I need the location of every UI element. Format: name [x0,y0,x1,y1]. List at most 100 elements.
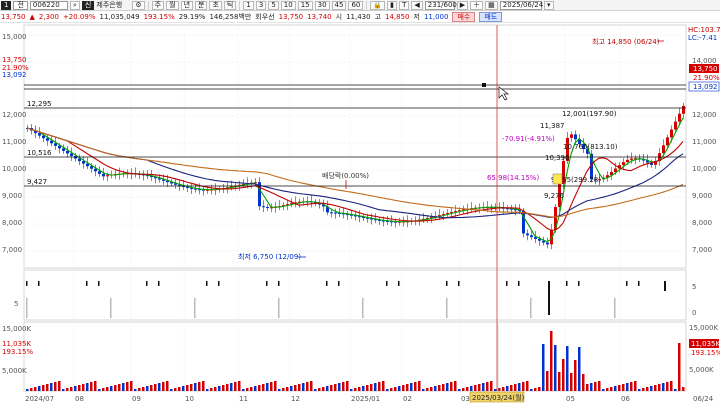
volume-bar [626,383,629,391]
text-icon[interactable]: T [399,0,410,10]
svg-text:10,000: 10,000 [692,165,717,173]
minute-5[interactable]: 5 [268,0,279,10]
candle-body [98,171,101,174]
candle-body [262,206,265,208]
period-tick[interactable]: 틱 [223,0,237,10]
market-type-select[interactable]: 전 [13,0,28,10]
signal-bar [362,298,364,318]
volume-bar [74,386,77,391]
volume-bar [670,381,673,391]
candle-body [626,159,629,163]
change-arrow-icon: ▲ [29,12,35,21]
chart-canvas[interactable]: 15,000 13,750 21.90% 13,092 12,000 11,00… [0,23,720,404]
volume-bar [234,382,237,391]
current-price: 13,750 [1,12,26,21]
stock-code-input[interactable]: 006220 [29,0,68,10]
candle-body [42,135,45,139]
volume-bar [86,383,89,391]
volume-bar [534,388,537,391]
volume-bar [362,386,365,391]
date-dropdown-icon[interactable]: ▾ [543,0,554,10]
buy-button[interactable]: 매수 [452,11,476,22]
volume-bar [306,382,309,391]
page-indicator[interactable]: 231/600 [424,0,457,10]
trade-amount: 146,258백만 [209,12,252,21]
minute-15[interactable]: 15 [297,0,313,10]
volume-bar [410,383,413,391]
period-week[interactable]: 주 [151,0,165,10]
minute-10[interactable]: 10 [280,0,296,10]
signal-mark [38,281,40,286]
candle-body [106,175,109,177]
volume-bar [622,384,625,391]
sell-button[interactable]: 매도 [479,11,503,22]
page-next-icon[interactable]: ▶ [456,0,469,10]
volume-bar [334,384,337,391]
lock-icon[interactable]: 🔒 [370,0,386,10]
svg-text:193.15%: 193.15% [691,349,720,357]
period-second[interactable]: 초 [209,0,222,10]
search-icon[interactable]: ⌕ [69,0,80,10]
volume-bar [106,387,109,391]
volume-bar [474,385,477,391]
candle-body [102,173,105,177]
minute-3[interactable]: 3 [255,0,267,10]
minute-45[interactable]: 45 [331,0,347,10]
svg-text:12,000: 12,000 [2,111,27,119]
line-handle[interactable] [482,83,486,87]
volume-bar [602,389,605,391]
volume-bar [382,381,385,391]
candle-body [570,134,573,138]
volume-bar [270,382,273,391]
minute-60[interactable]: 60 [348,0,364,10]
svg-text:13,092: 13,092 [693,83,718,91]
date-label: 08 [75,395,84,403]
minute-1[interactable]: 1 [243,0,254,10]
candle-body [622,162,625,166]
period-month[interactable]: 월 [166,0,179,10]
volume-bar [574,360,577,391]
date-label: 06/24 [693,395,714,403]
page-prev-icon[interactable]: ◀ [411,0,423,10]
candle-body [78,158,81,162]
volume-bar [522,382,525,391]
chart-icon[interactable]: ▮ [387,0,398,10]
svg-text:10,000: 10,000 [2,165,27,173]
volume-bar [586,384,589,391]
signal-mark [158,281,160,286]
low-label: 저 [413,12,420,21]
volume-bar [30,388,33,391]
signal-mark [566,281,568,286]
period-minute[interactable]: 분 [195,0,208,10]
svg-text:10,396: 10,396 [545,154,570,162]
volume-bar [562,359,565,391]
settings-icon[interactable]: ⚙ [132,0,145,10]
volume-bar [26,389,29,391]
candle-body [678,113,681,122]
left-volume-current: 11,035K [2,340,31,348]
open-price: 11,430 [346,12,371,21]
volume-bar [590,383,593,391]
signal-mark [98,281,100,286]
signal-mark [518,281,520,286]
signal-mark [26,281,28,286]
svg-text:12,000: 12,000 [692,111,717,119]
date-label: 06 [621,395,630,403]
period-year[interactable]: 년 [180,0,194,10]
svg-text:14,000: 14,000 [692,57,717,65]
volume-bar [254,386,257,391]
signal-mark [266,281,268,286]
volume-bar [314,389,317,391]
candle-body [46,138,49,141]
candle-body [58,145,61,149]
zoom-in-icon[interactable]: ＋ [470,0,484,10]
volume-bar [342,382,345,391]
volume-bar [162,382,165,391]
calendar-icon[interactable]: ▦ [485,0,498,10]
minute-30[interactable]: 30 [314,0,330,10]
date-input[interactable]: 2025/06/24 [499,0,543,10]
volume-bar [330,385,333,391]
candle-body [330,212,333,214]
svg-text:12,001(197.90): 12,001(197.90) [562,110,617,118]
shortcut-badge[interactable]: 1 [1,0,12,10]
